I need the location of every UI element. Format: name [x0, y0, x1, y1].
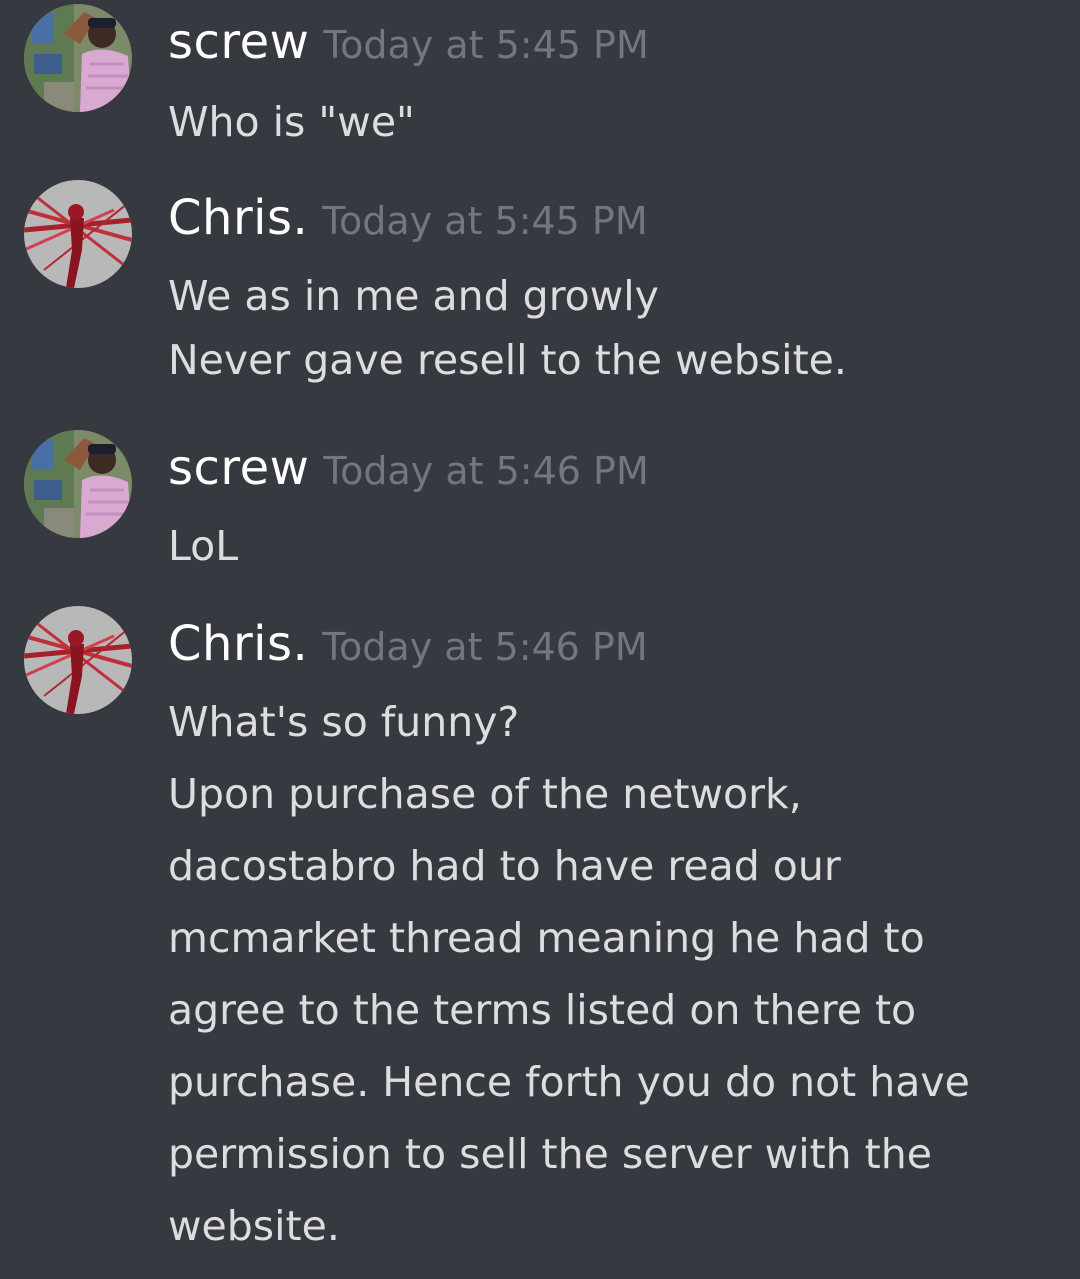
- message-content: LoL: [168, 514, 1048, 578]
- user-avatar-chris-icon: [24, 180, 132, 288]
- user-avatar-screw-icon: [24, 4, 132, 112]
- avatar[interactable]: [24, 606, 132, 714]
- message-header: screw Today at 5:46 PM: [168, 440, 649, 496]
- message-content: Who is "we": [168, 90, 1048, 154]
- message-line: What's so funny?: [168, 698, 520, 746]
- message-content: What's so funny? Upon purchase of the ne…: [168, 686, 1048, 1262]
- chat-messages: screw Today at 5:45 PM Who is "we" Chris.…: [0, 0, 1080, 1279]
- timestamp: Today at 5:45 PM: [323, 23, 649, 67]
- message-line: purchase. Hence forth you do not have: [168, 1058, 970, 1106]
- author-name[interactable]: screw: [168, 440, 309, 496]
- message-line: Who is "we": [168, 98, 415, 146]
- timestamp: Today at 5:46 PM: [322, 625, 648, 669]
- message-line: permission to sell the server with the: [168, 1130, 932, 1178]
- user-avatar-screw-icon: [24, 430, 132, 538]
- avatar[interactable]: [24, 4, 132, 112]
- timestamp: Today at 5:46 PM: [323, 449, 649, 493]
- user-avatar-chris-icon: [24, 606, 132, 714]
- message-line: mcmarket thread meaning he had to: [168, 914, 925, 962]
- message-line: website.: [168, 1202, 340, 1250]
- author-name[interactable]: Chris.: [168, 616, 308, 672]
- author-name[interactable]: screw: [168, 14, 309, 70]
- author-name[interactable]: Chris.: [168, 190, 308, 246]
- avatar[interactable]: [24, 180, 132, 288]
- message-header: Chris. Today at 5:46 PM: [168, 616, 648, 672]
- message-header: screw Today at 5:45 PM: [168, 14, 649, 70]
- message-line: Upon purchase of the network,: [168, 770, 802, 818]
- message-line: Never gave resell to the website.: [168, 336, 847, 384]
- message-line: agree to the terms listed on there to: [168, 986, 917, 1034]
- message-line: dacostabro had to have read our: [168, 842, 841, 890]
- message-line: LoL: [168, 522, 239, 570]
- avatar[interactable]: [24, 430, 132, 538]
- message-header: Chris. Today at 5:45 PM: [168, 190, 648, 246]
- timestamp: Today at 5:45 PM: [322, 199, 648, 243]
- message-content: We as in me and growly Never gave resell…: [168, 264, 1048, 392]
- message-line: We as in me and growly: [168, 272, 659, 320]
